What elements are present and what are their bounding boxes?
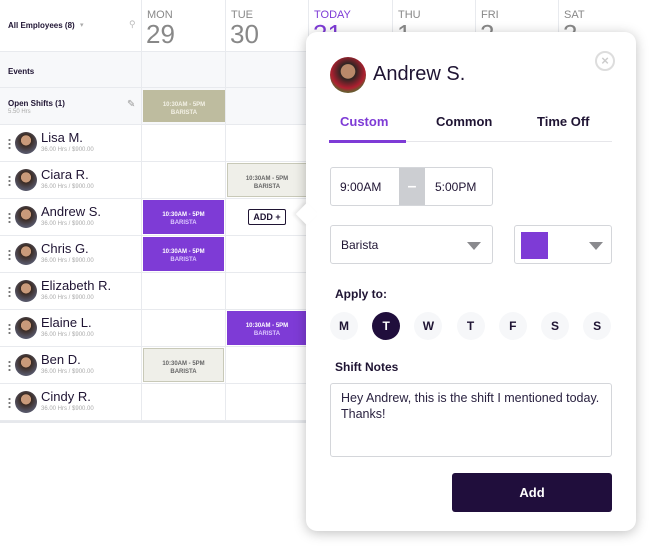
day-number: 30 — [230, 19, 259, 49]
shift-block[interactable]: 10:30AM - 5PM BARISTA — [227, 163, 307, 197]
employee-hours: 36.00 Hrs / $900.00 — [41, 258, 94, 264]
drag-handle-icon[interactable] — [8, 397, 11, 408]
chevron-down-icon[interactable]: ▾ — [80, 21, 84, 29]
employee-hours: 36.00 Hrs / $900.00 — [41, 369, 94, 375]
avatar — [15, 206, 37, 228]
employee-name[interactable]: Cindy R. — [41, 389, 91, 404]
drag-handle-icon[interactable] — [8, 360, 11, 371]
apply-to-label: Apply to: — [335, 287, 387, 301]
tab-time-off[interactable]: Time Off — [537, 114, 590, 129]
employee-name[interactable]: Chris G. — [41, 241, 89, 256]
role-value: Barista — [341, 238, 379, 252]
shift-block[interactable]: 10:30AM - 5PM BARISTA — [227, 311, 307, 345]
avatar — [15, 317, 37, 339]
avatar — [15, 132, 37, 154]
employee-filter[interactable]: All Employees (8) — [8, 21, 75, 30]
open-shifts-hours: 5.50 Hrs — [8, 109, 31, 115]
drag-handle-icon[interactable] — [8, 249, 11, 260]
employee-name[interactable]: Andrew S. — [41, 204, 101, 219]
avatar — [15, 391, 37, 413]
employee-hours: 36.00 Hrs / $900.00 — [41, 221, 94, 227]
open-shifts-label: Open Shifts (1) — [8, 99, 65, 108]
shift-role: BARISTA — [253, 331, 281, 337]
time-range: 9:00AM – 5:00PM — [330, 167, 493, 206]
avatar — [330, 57, 366, 93]
shift-block[interactable]: 10:30AM - 5PM BARISTA — [143, 348, 224, 382]
shift-time: 10:30AM - 5PM — [245, 323, 289, 329]
shift-time: 10:30AM - 5PM — [162, 249, 205, 255]
search-icon[interactable]: ⚲ — [129, 19, 136, 30]
column-divider — [225, 0, 226, 421]
start-time-input[interactable]: 9:00AM — [340, 180, 381, 194]
shift-time: 10:30AM - 5PM — [162, 212, 205, 218]
day-toggle[interactable]: M — [330, 312, 358, 340]
employee-name[interactable]: Lisa M. — [41, 130, 83, 145]
day-toggle[interactable]: W — [414, 312, 443, 340]
tab-common[interactable]: Common — [436, 114, 492, 129]
drag-handle-icon[interactable] — [8, 138, 11, 149]
shift-role: BARISTA — [253, 184, 281, 190]
drag-handle-icon[interactable] — [8, 212, 11, 223]
shift-role: BARISTA — [170, 369, 197, 375]
employee-hours: 36.00 Hrs / $900.00 — [41, 332, 94, 338]
shift-popup: Andrew S. × Custom Common Time Off 9:00A… — [295, 32, 636, 531]
chevron-down-icon — [589, 242, 603, 250]
shift-time: 10:30AM - 5PM — [162, 361, 205, 367]
employee-name: Andrew S. — [373, 63, 466, 85]
time-separator: – — [399, 168, 425, 205]
drag-handle-icon[interactable] — [8, 323, 11, 334]
column-divider — [141, 0, 142, 421]
shift-role: BARISTA — [170, 257, 197, 263]
employee-hours: 36.00 Hrs / $900.00 — [41, 184, 94, 190]
shift-role: BARISTA — [170, 110, 198, 116]
add-shift-button[interactable]: ADD + — [248, 209, 286, 225]
magic-wand-icon[interactable]: ✎ — [127, 99, 135, 110]
events-label: Events — [8, 67, 35, 76]
day-toggle[interactable]: T — [372, 312, 401, 340]
drag-handle-icon[interactable] — [8, 175, 11, 186]
day-toggle[interactable]: S — [583, 312, 612, 340]
chevron-down-icon — [467, 242, 481, 250]
employee-hours: 36.00 Hrs / $900.00 — [41, 147, 94, 153]
tab-custom[interactable]: Custom — [340, 114, 388, 129]
shift-time: 10:30AM - 5PM — [162, 102, 206, 108]
day-number: 29 — [146, 19, 175, 49]
add-button[interactable]: Add — [452, 473, 612, 512]
day-toggle[interactable]: T — [456, 312, 485, 340]
employee-name[interactable]: Elizabeth R. — [41, 278, 111, 293]
avatar — [15, 280, 37, 302]
employee-hours: 36.00 Hrs / $900.00 — [41, 295, 94, 301]
color-swatch — [521, 232, 548, 259]
avatar — [15, 169, 37, 191]
employee-name[interactable]: Elaine L. — [41, 315, 92, 330]
shift-time: 10:30AM - 5PM — [245, 176, 289, 182]
shift-block[interactable]: 10:30AM - 5PM BARISTA — [143, 237, 224, 271]
active-tab-indicator — [329, 140, 406, 143]
day-toggle[interactable]: F — [498, 312, 527, 340]
close-icon[interactable]: × — [595, 51, 615, 71]
open-shift[interactable]: 10:30AM - 5PM BARISTA — [143, 90, 225, 122]
drag-handle-icon[interactable] — [8, 286, 11, 297]
end-time-input[interactable]: 5:00PM — [435, 180, 476, 194]
employee-name[interactable]: Ciara R. — [41, 167, 89, 182]
employee-name[interactable]: Ben D. — [41, 352, 81, 367]
shift-notes-textarea[interactable]: Hey Andrew, this is the shift I mentione… — [330, 383, 612, 457]
shift-block[interactable]: 10:30AM - 5PM BARISTA — [143, 200, 224, 234]
color-select[interactable] — [514, 225, 612, 264]
avatar — [15, 243, 37, 265]
avatar — [15, 354, 37, 376]
shift-role: BARISTA — [170, 220, 197, 226]
shift-notes-label: Shift Notes — [335, 360, 399, 374]
employee-hours: 36.00 Hrs / $900.00 — [41, 406, 94, 412]
day-toggle[interactable]: S — [541, 312, 569, 340]
role-select[interactable]: Barista — [330, 225, 493, 264]
